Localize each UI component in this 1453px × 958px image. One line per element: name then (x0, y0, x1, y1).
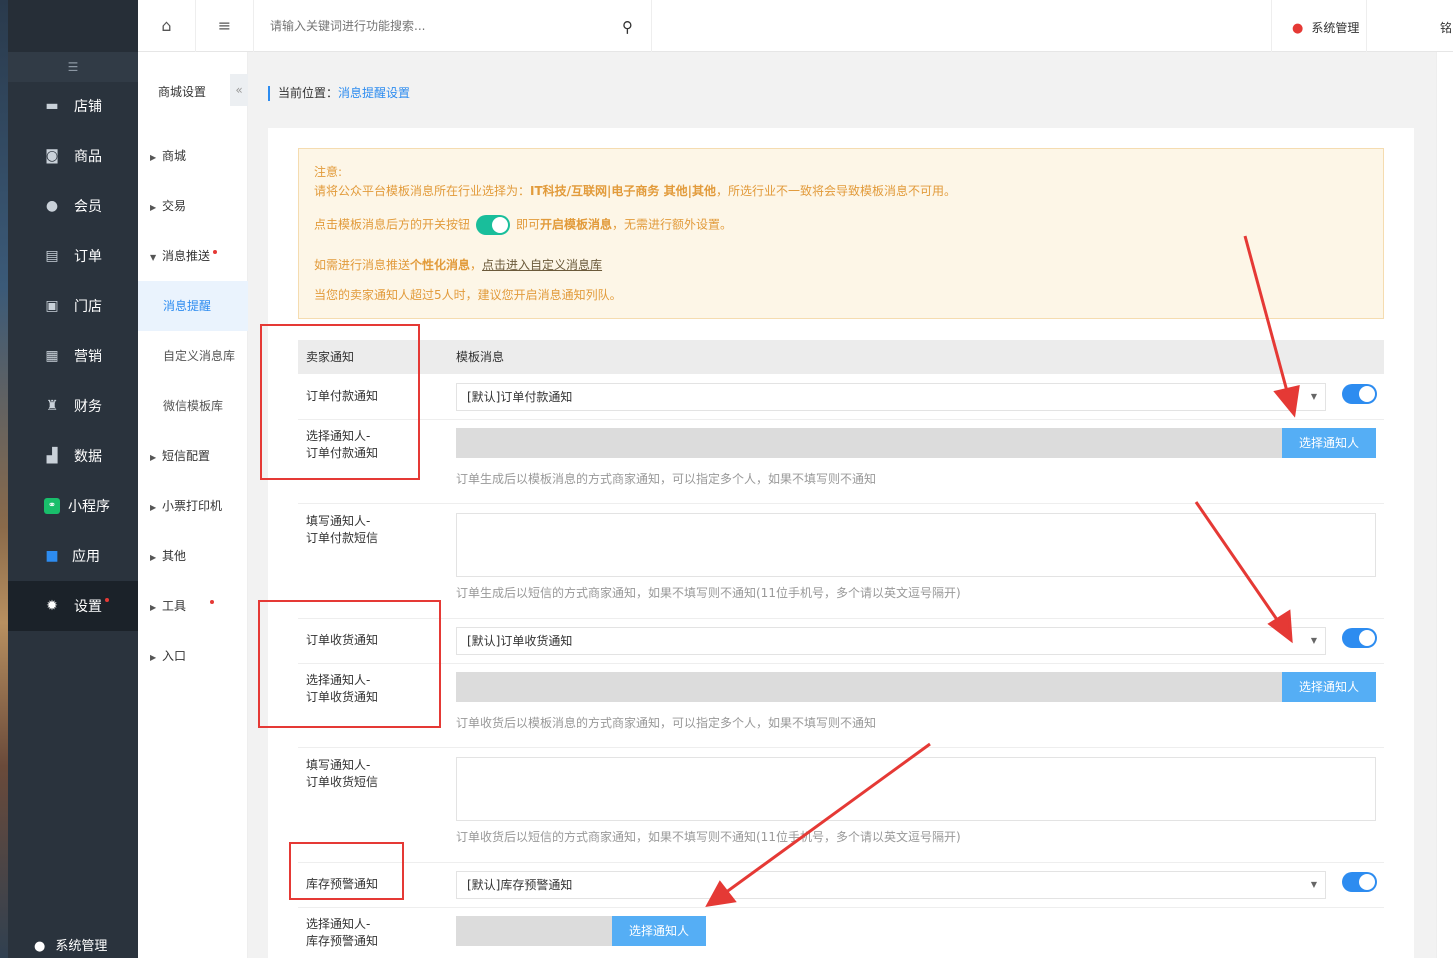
arrowhead-icon (705, 880, 737, 907)
arrowhead-icon (1273, 385, 1300, 418)
annotation-arrow (724, 742, 931, 895)
annotation-arrows (705, 235, 1300, 907)
annotation-arrow (1243, 235, 1290, 396)
annotation-arrow (1194, 501, 1282, 625)
